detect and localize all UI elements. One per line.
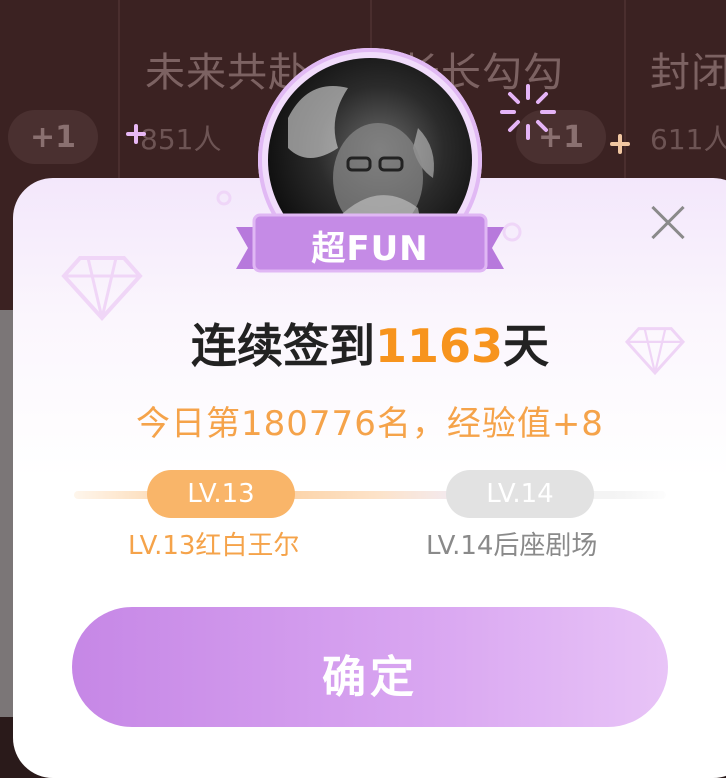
checkin-headline: 连续签到1163天 (0, 310, 726, 376)
background-plus-button: +1 (8, 110, 98, 164)
checkin-days: 1163 (374, 319, 504, 373)
background-divider (624, 0, 626, 190)
background-card-count: 611人 (650, 123, 726, 156)
headline-prefix: 连续签到 (190, 319, 375, 373)
confirm-button[interactable]: 确定 (72, 607, 668, 727)
sparkle-icon (126, 124, 146, 144)
headline-suffix: 天 (503, 319, 550, 373)
current-level-label: LV.13红白王尔 (128, 531, 300, 561)
next-level-label: LV.14后座剧场 (426, 531, 598, 561)
sparkle-icon (500, 84, 556, 140)
sparkle-icon (216, 190, 232, 206)
background-divider (118, 0, 120, 190)
background-card-count: 851人 (140, 123, 222, 156)
background-card-title: 封闭 (650, 50, 726, 96)
sparkle-icon (610, 134, 630, 154)
close-icon[interactable] (648, 203, 688, 243)
current-level-pill: LV.13 (147, 470, 295, 518)
next-level-pill: LV.14 (446, 470, 594, 518)
rank-and-exp: 今日第180776名，经验值+8 (136, 404, 604, 444)
badge-label: 超FUN (311, 228, 429, 269)
